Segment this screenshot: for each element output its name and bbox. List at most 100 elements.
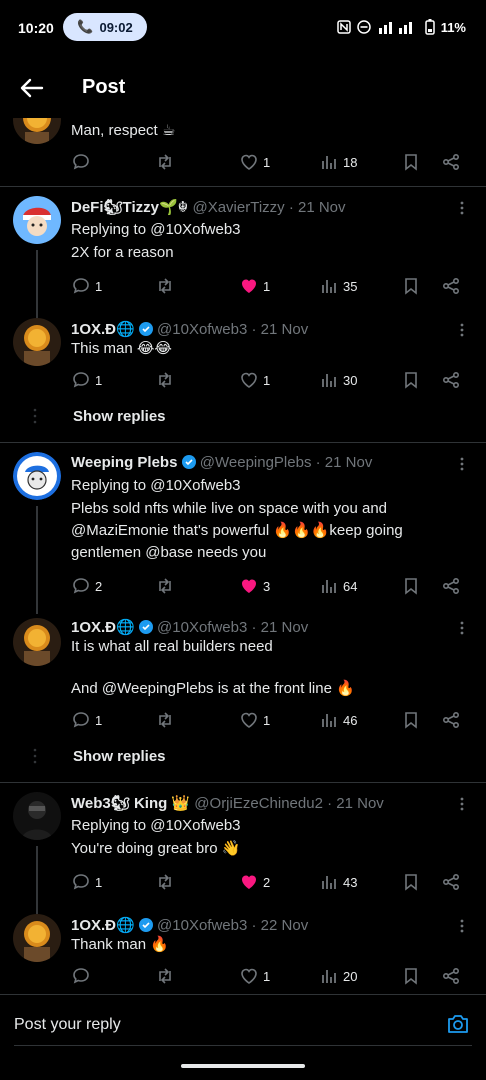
more-options-icon[interactable] — [456, 456, 468, 472]
repost-icon — [159, 968, 171, 984]
like-button[interactable]: 1 — [239, 370, 270, 390]
views-button[interactable]: 30 — [319, 370, 357, 390]
replying-to[interactable]: Replying to @10Xofweb3 — [71, 221, 241, 238]
reply-button[interactable] — [71, 966, 91, 986]
display-name[interactable]: 1OX.Đ🌐 — [71, 619, 135, 636]
reply-button[interactable] — [71, 152, 91, 172]
more-options-icon[interactable] — [456, 620, 468, 636]
view-count: 18 — [343, 154, 358, 170]
bookmark-button[interactable] — [401, 370, 421, 390]
like-button[interactable]: 1 — [239, 710, 270, 730]
views-button[interactable]: 46 — [319, 710, 357, 730]
repost-button[interactable] — [155, 276, 175, 296]
tweet[interactable]: Weeping Plebs @WeepingPlebs · 21 Nov Rep… — [0, 452, 486, 602]
repost-button[interactable] — [155, 872, 175, 892]
tweet[interactable]: 1OX.Đ🌐 @10Xofweb3 · 22 Nov Thank man 🔥 1… — [0, 914, 486, 994]
views-button[interactable]: 43 — [319, 872, 357, 892]
more-options-icon[interactable] — [456, 322, 468, 338]
reply-count: 2 — [95, 578, 103, 594]
battery-level: 11% — [440, 19, 466, 35]
views-button[interactable]: 64 — [319, 576, 357, 596]
share-button[interactable] — [441, 152, 461, 172]
display-name[interactable]: 1OX.Đ🌐 — [71, 917, 135, 934]
repost-button[interactable] — [155, 710, 175, 730]
bookmark-button[interactable] — [401, 152, 421, 172]
share-button[interactable] — [441, 276, 461, 296]
tweet-partial[interactable]: Man, respect ☕ 1 18 — [0, 118, 486, 186]
tweet[interactable]: DeFi🐿Tizzy🌱☬ @XavierTizzy · 21 Nov Reply… — [0, 196, 486, 306]
back-arrow-icon[interactable] — [18, 74, 46, 102]
timestamp: · 21 Nov — [251, 321, 309, 338]
handle[interactable]: @10Xofweb3 — [157, 321, 247, 338]
avatar[interactable] — [13, 452, 61, 500]
display-name[interactable]: Weeping Plebs — [71, 454, 177, 471]
timestamp: · 21 Nov — [327, 795, 384, 812]
bookmark-button[interactable] — [401, 276, 421, 296]
views-icon — [322, 580, 336, 593]
more-options-icon[interactable] — [456, 200, 468, 216]
camera-icon[interactable] — [446, 1012, 470, 1036]
reply-input[interactable]: Post your reply — [14, 1016, 121, 1034]
reply-button[interactable]: 2 — [71, 576, 102, 596]
avatar[interactable] — [13, 118, 61, 144]
reply-button[interactable]: 1 — [71, 276, 102, 296]
repost-button[interactable] — [155, 370, 175, 390]
like-button[interactable]: 1 — [239, 276, 270, 296]
handle[interactable]: @10Xofweb3 — [157, 917, 247, 934]
tweet-header: 1OX.Đ🌐 @10Xofweb3 · 21 Nov — [71, 618, 308, 636]
handle[interactable]: @XavierTizzy — [192, 199, 284, 216]
tweet-actions: 1 1 30 — [71, 370, 466, 394]
replying-to[interactable]: Replying to @10Xofweb3 — [71, 477, 241, 494]
home-indicator[interactable] — [181, 1064, 305, 1068]
tweet[interactable]: Web3🐿 King 👑 @OrjiEzeChinedu2 · 21 Nov R… — [0, 792, 486, 902]
handle[interactable]: @WeepingPlebs — [200, 454, 312, 471]
avatar[interactable] — [13, 618, 61, 666]
tweet[interactable]: 1OX.Đ🌐 @10Xofweb3 · 21 Nov It is what al… — [0, 616, 486, 738]
share-button[interactable] — [441, 576, 461, 596]
display-name[interactable]: Web3🐿 King 👑 — [71, 795, 190, 812]
reply-thread-feed[interactable]: Man, respect ☕ 1 18 DeFi🐿Tizzy🌱☬ @Xavier… — [0, 118, 486, 994]
bookmark-button[interactable] — [401, 872, 421, 892]
avatar[interactable] — [13, 318, 61, 366]
share-button[interactable] — [441, 872, 461, 892]
show-replies-link[interactable]: Show replies — [73, 748, 166, 765]
share-icon — [442, 577, 460, 595]
tweet-actions: 2 3 64 — [71, 576, 466, 600]
reply-button[interactable]: 1 — [71, 710, 102, 730]
show-replies-link[interactable]: Show replies — [73, 408, 166, 425]
bookmark-button[interactable] — [401, 710, 421, 730]
share-button[interactable] — [441, 710, 461, 730]
repost-button[interactable] — [155, 576, 175, 596]
tweet-text: This man 😂😂 — [71, 340, 172, 357]
comment-icon — [73, 968, 89, 984]
reply-button[interactable]: 1 — [71, 370, 102, 390]
tweet[interactable]: 1OX.Đ🌐 @10Xofweb3 · 21 Nov This man 😂😂 1… — [0, 318, 486, 398]
repost-button[interactable] — [155, 966, 175, 986]
replying-to[interactable]: Replying to @10Xofweb3 — [71, 817, 241, 834]
views-button[interactable]: 35 — [319, 276, 357, 296]
views-icon — [322, 970, 336, 983]
views-button[interactable]: 20 — [319, 966, 357, 986]
like-button[interactable]: 3 — [239, 576, 270, 596]
handle[interactable]: @10Xofweb3 — [157, 619, 247, 636]
more-options-icon[interactable] — [456, 796, 468, 812]
like-button[interactable]: 2 — [239, 872, 270, 892]
like-button[interactable]: 1 — [239, 152, 270, 172]
like-button[interactable]: 1 — [239, 966, 270, 986]
bookmark-button[interactable] — [401, 576, 421, 596]
display-name[interactable]: DeFi🐿Tizzy🌱☬ — [71, 199, 188, 216]
share-button[interactable] — [441, 966, 461, 986]
avatar[interactable] — [13, 914, 61, 962]
repost-button[interactable] — [155, 152, 175, 172]
views-button[interactable]: 18 — [319, 152, 357, 172]
ongoing-call-pill[interactable]: 📞 09:02 — [63, 13, 147, 41]
more-options-icon[interactable] — [456, 918, 468, 934]
bookmark-button[interactable] — [401, 966, 421, 986]
display-name[interactable]: 1OX.Đ🌐 — [71, 321, 135, 338]
avatar[interactable] — [13, 196, 61, 244]
status-icons: 11% — [336, 19, 466, 35]
handle[interactable]: @OrjiEzeChinedu2 — [194, 795, 323, 812]
avatar[interactable] — [13, 792, 61, 840]
share-button[interactable] — [441, 370, 461, 390]
reply-button[interactable]: 1 — [71, 872, 102, 892]
